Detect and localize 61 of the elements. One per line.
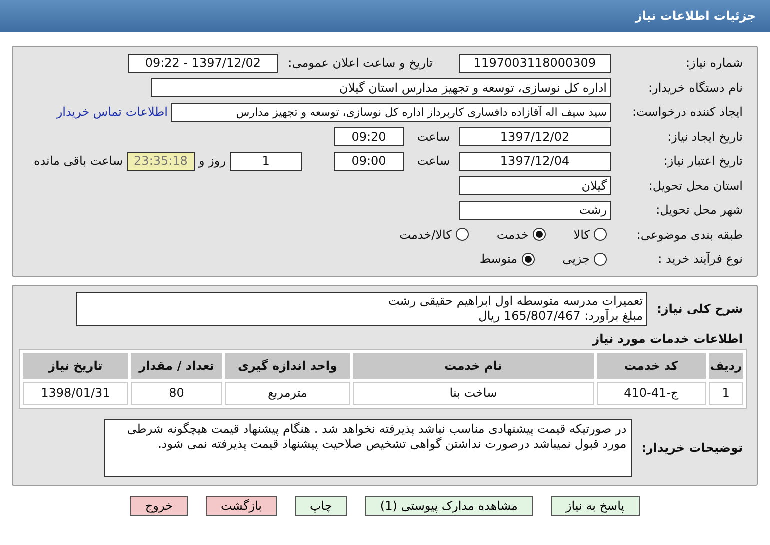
description-line: مبلغ برآورد: 165/807/467 ریال: [478, 308, 644, 324]
field-label: شرح کلی نیاز:: [656, 302, 744, 316]
radio-label: جزیی: [562, 252, 590, 266]
field-label: توضیحات خریدار:: [640, 440, 744, 454]
field-label: ساعت: [416, 154, 451, 168]
notes-box: در صورتیکه قیمت پیشنهادی مناسب نباشد پذیرفته نخواهد شد . هنگام پیشنهاد قیمت هیچگونه شرطی مورد قبول نمیباشد درصورت نداشتن گواهی تشخیص صلاحیت پیشنهاد قیمت پذیرفته نمی شود.: [104, 418, 632, 476]
radio-button[interactable]: [456, 228, 469, 242]
field-label: نام دستگاه خریدار:: [648, 80, 744, 95]
text-field[interactable]: رشت: [459, 200, 611, 220]
table-cell: 1: [709, 382, 743, 404]
field-label: شهر محل تحویل:: [655, 203, 744, 218]
action-button[interactable]: مشاهده مدارک پیوستی (1): [365, 496, 533, 516]
field-label: استان محل تحویل:: [648, 178, 744, 193]
radio-label: کالا: [574, 228, 590, 242]
field-label: تاریخ ایجاد نیاز:: [666, 130, 744, 144]
action-button[interactable]: چاپ: [295, 496, 348, 516]
column-header: واحد اندازه گیری: [225, 352, 350, 378]
contact-link[interactable]: اطلاعات تماس خریدار: [54, 105, 171, 120]
radio-label: کالا/خدمت: [400, 228, 452, 242]
column-header: تعداد / مقدار: [131, 352, 222, 378]
radio-button[interactable]: [522, 252, 535, 266]
text-field[interactable]: 1397/12/04: [459, 152, 611, 171]
field-label: ایجاد کننده درخواست:: [631, 105, 744, 120]
text-field[interactable]: 09:20: [334, 127, 404, 146]
field-label: تاریخ اعتبار نیاز:: [662, 154, 744, 168]
text-field[interactable]: سید سیف اله آقازاده دافساری کاربرداز اداره کل نوسازی، توسعه و تجهیز مدارس: [171, 102, 611, 122]
text-field[interactable]: 23:35:18: [127, 152, 195, 171]
text-field[interactable]: 1397/12/02 - 09:22: [128, 54, 278, 73]
action-button[interactable]: پاسخ به نیاز: [550, 496, 640, 516]
field-label: ساعت باقی مانده: [32, 154, 124, 168]
table-cell: 80: [131, 382, 222, 404]
radio-button[interactable]: [594, 252, 607, 266]
column-header: تاریخ نیاز: [23, 352, 128, 378]
column-header: کد خدمت: [596, 352, 706, 378]
table-cell: مترمربع: [225, 382, 350, 404]
action-button[interactable]: بازگشت: [206, 496, 277, 516]
radio-button[interactable]: [532, 228, 546, 242]
column-header: نام خدمت: [353, 352, 594, 378]
field-label: تاریخ و ساعت اعلان عمومی:: [287, 56, 434, 70]
radio-label: خدمت: [496, 228, 529, 242]
action-button[interactable]: خروج: [130, 496, 188, 516]
description-line: تعمیرات مدرسه متوسطه اول ابراهیم حقیقی رشت: [387, 294, 644, 308]
text-field[interactable]: 1197003118000309: [459, 54, 611, 73]
section-title: اطلاعات خدمات مورد نیاز: [591, 330, 744, 348]
field-label: شماره نیاز:: [685, 56, 744, 70]
table-cell: ج-41-410: [596, 382, 706, 404]
text-field[interactable]: 1397/12/02: [459, 127, 611, 146]
text-field[interactable]: اداره کل نوسازی، توسعه و تجهیز مدارس استان گیلان: [151, 78, 611, 98]
field-label: ساعت: [416, 130, 451, 144]
radio-button[interactable]: [594, 228, 607, 242]
field-label: نوع فرآیند خرید :: [657, 252, 744, 266]
column-header: ردیف: [709, 352, 743, 378]
text-field[interactable]: گیلان: [459, 176, 611, 196]
table-cell: 1398/01/31: [23, 382, 128, 404]
table-cell: ساخت بنا: [353, 382, 594, 404]
page-title: جزئیات اطلاعات نیاز: [635, 9, 756, 23]
text-field[interactable]: 09:00: [334, 152, 404, 171]
text-field[interactable]: 1: [230, 152, 302, 171]
field-label: روز و: [198, 154, 227, 168]
field-label: طبقه بندی موضوعی:: [636, 228, 744, 242]
radio-label: متوسط: [480, 252, 518, 266]
